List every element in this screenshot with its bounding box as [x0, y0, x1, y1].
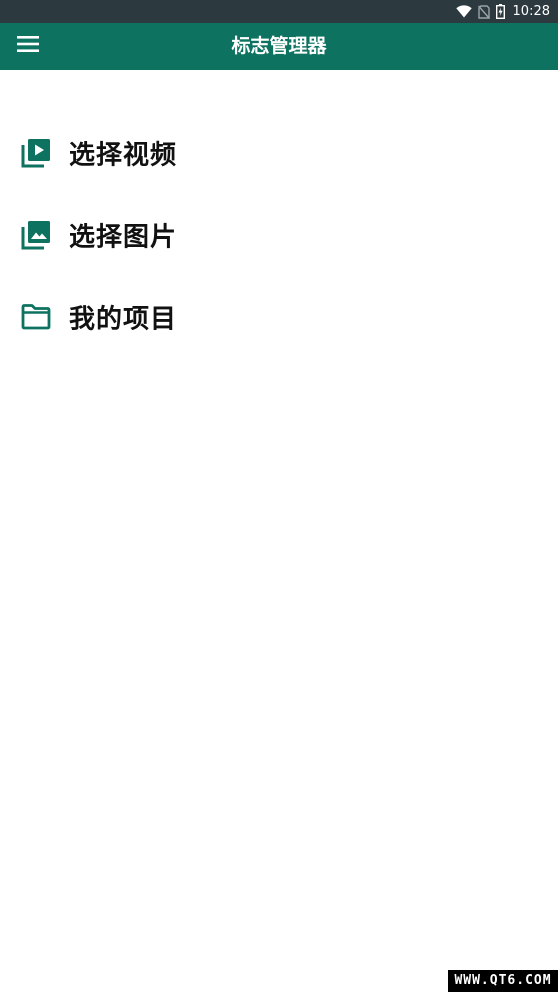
- menu-item-label: 选择视频: [69, 140, 178, 171]
- status-time: 10:28: [512, 4, 550, 19]
- battery-charging-icon: [495, 4, 505, 19]
- menu-item-label: 选择图片: [69, 222, 178, 253]
- menu-item-select-image[interactable]: 选择图片: [0, 194, 558, 276]
- menu-item-select-video[interactable]: 选择视频: [0, 112, 558, 194]
- menu-item-my-projects[interactable]: 我的项目: [0, 276, 558, 358]
- page-title: 标志管理器: [231, 35, 327, 57]
- menu-list: 选择视频 选择图片 我的项目: [0, 112, 558, 358]
- menu-item-label: 我的项目: [69, 304, 178, 335]
- wifi-icon: [455, 5, 472, 18]
- photo-library-icon: [20, 219, 52, 251]
- video-library-icon: [20, 137, 52, 169]
- folder-icon: [20, 301, 52, 333]
- status-bar: 10:28: [0, 0, 558, 23]
- app-bar: 标志管理器: [0, 23, 558, 70]
- watermark: WWW.QT6.COM: [448, 970, 558, 992]
- no-sim-icon: [477, 4, 490, 19]
